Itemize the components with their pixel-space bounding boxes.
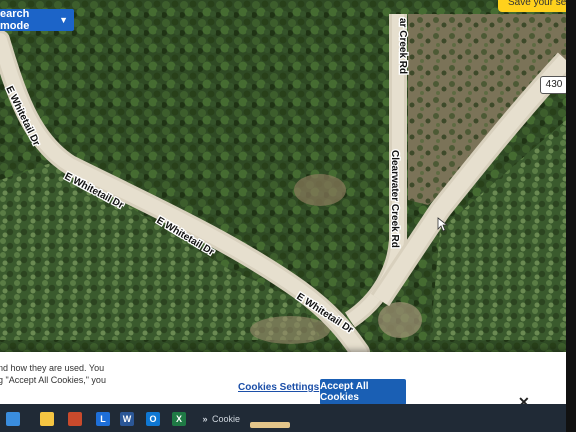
file-explorer-icon[interactable]	[40, 412, 54, 426]
road-label: ar Creek Rd	[397, 18, 408, 74]
overflow-icon[interactable]: »	[198, 412, 212, 426]
cookie-text-line: nd how they are used. You	[0, 363, 105, 373]
excel-icon[interactable]: X	[172, 412, 186, 426]
office-icon[interactable]	[68, 412, 82, 426]
outlook-icon[interactable]: O	[146, 412, 160, 426]
word-icon[interactable]: W	[120, 412, 134, 426]
search-mode-dropdown[interactable]: earch mode ▼	[0, 8, 74, 32]
accept-all-cookies-button[interactable]: Accept All Cookies	[320, 379, 406, 405]
cookie-text-line: g "Accept All Cookies," you	[0, 375, 106, 385]
windows-icon[interactable]	[6, 412, 20, 426]
taskbar-window-label[interactable]: Cookie	[212, 414, 240, 424]
bare-ground	[378, 302, 422, 338]
search-mode-label: earch mode	[0, 8, 30, 32]
bare-ground	[294, 174, 346, 206]
save-search-button[interactable]: Save your searc	[498, 0, 576, 12]
taskbar-thumbnail[interactable]	[250, 422, 290, 428]
road-label: Clearwater Creek Rd	[389, 150, 400, 248]
learn-icon[interactable]: L	[96, 412, 110, 426]
chevron-down-icon: ▼	[59, 15, 68, 25]
monitor-bezel	[566, 0, 576, 432]
highway-shield: 430	[540, 76, 568, 94]
taskbar: L W O X » Cookie	[0, 404, 576, 432]
bare-ground	[250, 316, 330, 344]
cookies-settings-link[interactable]: Cookies Settings	[238, 382, 319, 393]
cookie-banner: nd how they are used. You g "Accept All …	[0, 352, 576, 410]
cookie-text: nd how they are used. You g "Accept All …	[0, 362, 118, 386]
